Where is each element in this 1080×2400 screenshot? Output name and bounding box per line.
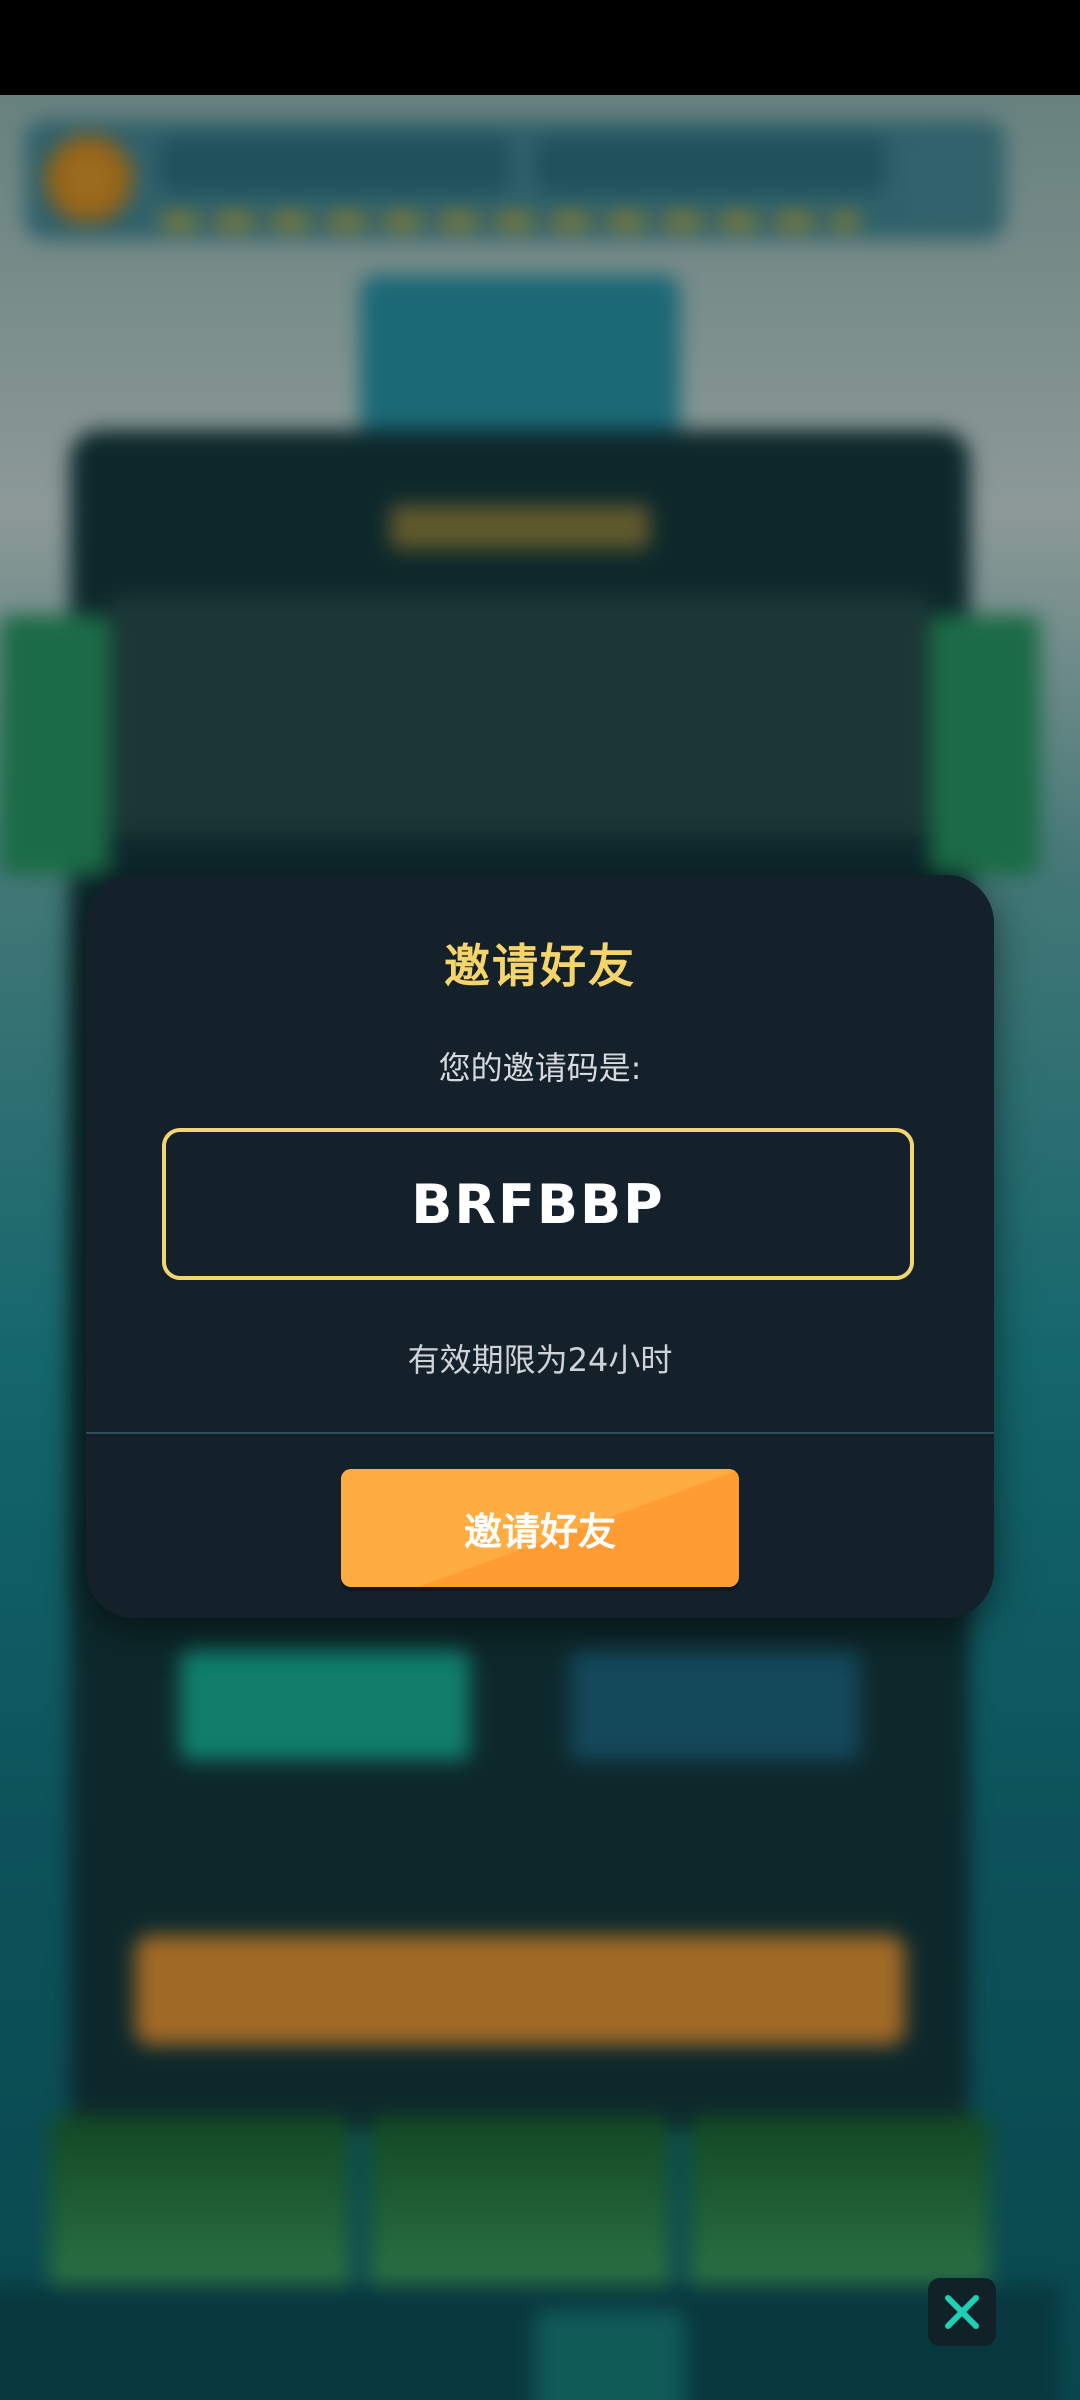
status-bar bbox=[0, 0, 1080, 95]
invite-dialog: 邀请好友 您的邀请码是: BRFBBP 有效期限为24小时 邀请好友 bbox=[86, 875, 994, 1618]
close-icon bbox=[945, 2295, 979, 2329]
invite-code-box[interactable]: BRFBBP bbox=[162, 1128, 914, 1280]
invite-code[interactable]: BRFBBP bbox=[411, 1173, 665, 1236]
validity-text: 有效期限为24小时 bbox=[407, 1341, 673, 1379]
invite-friend-button-label: 邀请好友 bbox=[463, 1509, 616, 1554]
invite-friend-button[interactable]: 邀请好友 bbox=[341, 1469, 739, 1587]
divider bbox=[86, 1432, 994, 1434]
close-button[interactable] bbox=[928, 2278, 996, 2346]
dialog-title: 邀请好友 bbox=[444, 939, 636, 993]
invite-code-label: 您的邀请码是: bbox=[438, 1049, 642, 1087]
